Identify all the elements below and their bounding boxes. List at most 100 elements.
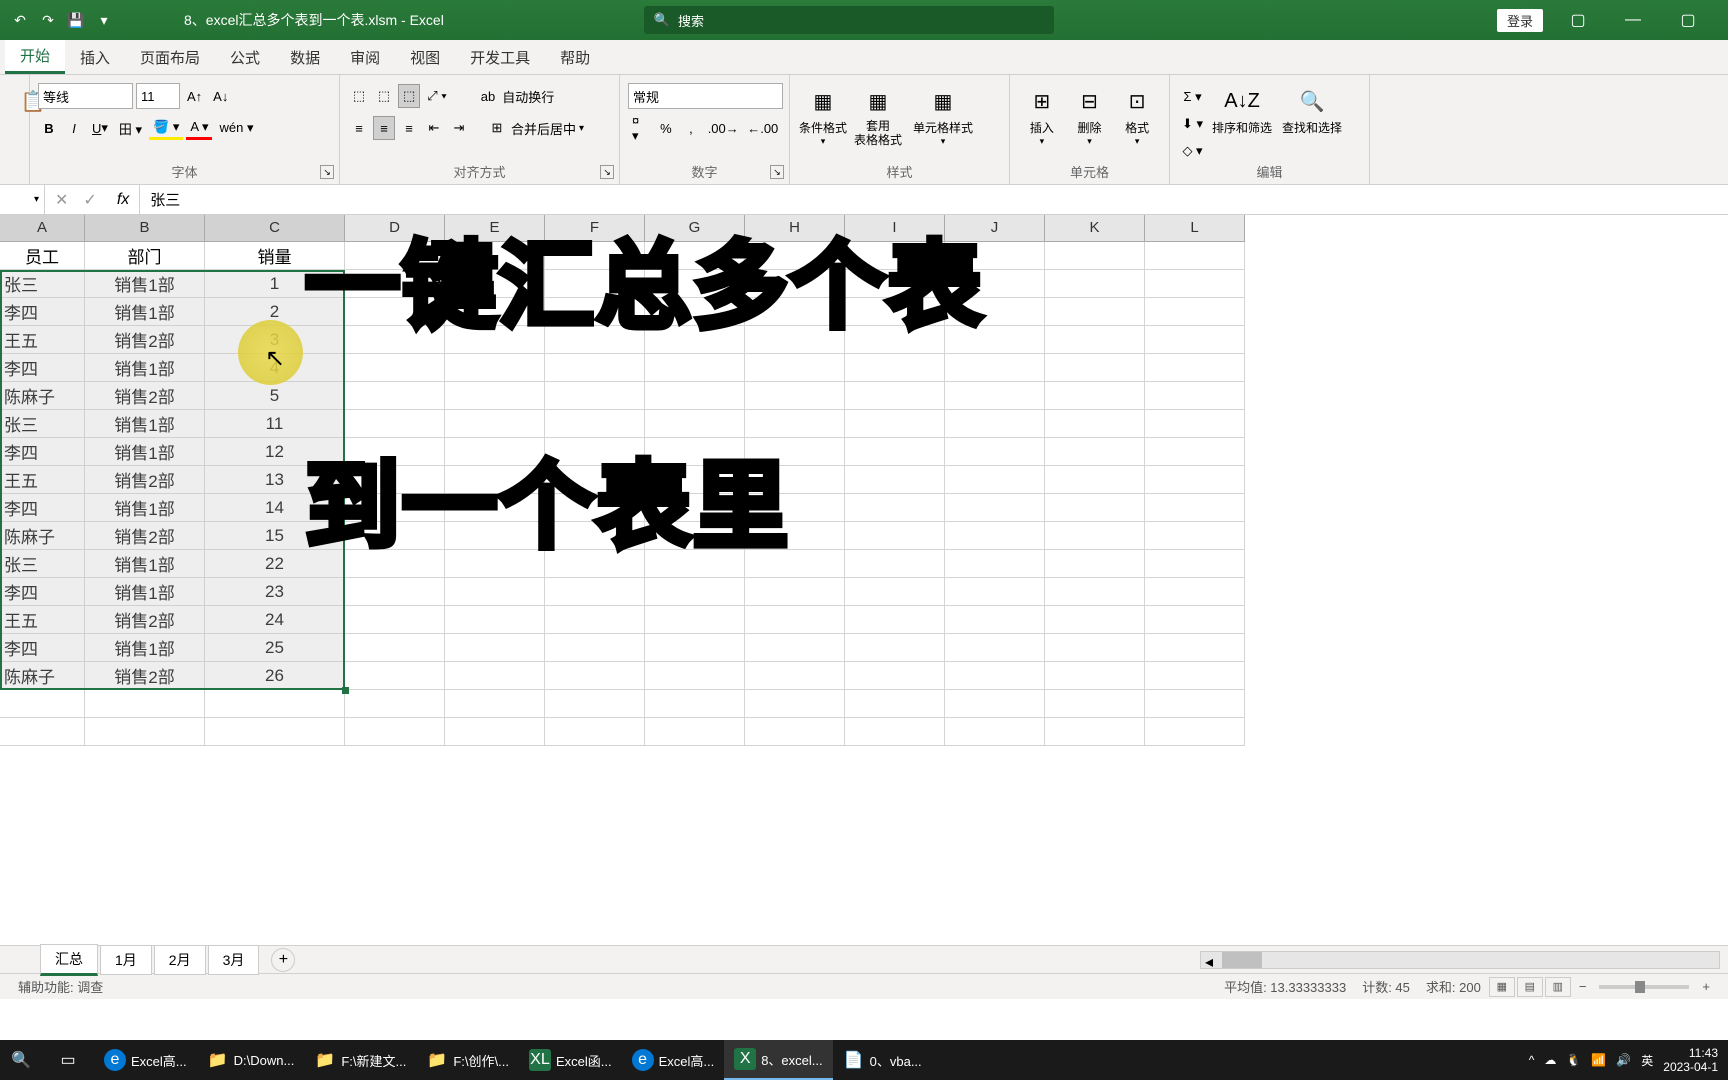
data-cell[interactable]: 李四 (0, 494, 85, 522)
zoom-in-icon[interactable]: + (1694, 979, 1718, 994)
cell[interactable] (845, 410, 945, 438)
cell[interactable] (845, 606, 945, 634)
cell[interactable] (0, 718, 85, 746)
cell[interactable] (845, 550, 945, 578)
cell[interactable] (845, 466, 945, 494)
cell[interactable] (1145, 466, 1245, 494)
data-cell[interactable]: 李四 (0, 634, 85, 662)
cell[interactable] (645, 354, 745, 382)
tab-developer[interactable]: 开发工具 (455, 40, 545, 74)
data-cell[interactable]: 销售1部 (85, 634, 205, 662)
taskbar-item[interactable]: 📁F:\新建文... (304, 1040, 416, 1080)
clock[interactable]: 11:432023-04-1 (1663, 1046, 1718, 1074)
cell[interactable] (645, 662, 745, 690)
align-top-icon[interactable]: ⬚ (348, 84, 370, 108)
number-dialog-launcher-icon[interactable]: ↘ (770, 165, 784, 179)
cell[interactable] (445, 578, 545, 606)
data-cell[interactable]: 销售2部 (85, 382, 205, 410)
cell[interactable] (345, 354, 445, 382)
merge-dropdown-icon[interactable]: ▾ (579, 123, 584, 134)
currency-icon[interactable]: ¤ ▾ (628, 116, 652, 140)
cell[interactable] (1145, 718, 1245, 746)
tab-page-layout[interactable]: 页面布局 (125, 40, 215, 74)
cell[interactable] (1045, 382, 1145, 410)
taskbar-item[interactable]: X8、excel... (724, 1040, 832, 1080)
align-center-icon[interactable]: ≡ (373, 116, 395, 140)
taskbar-item[interactable]: 📁D:\Down... (197, 1040, 305, 1080)
taskbar-item[interactable]: 📄0、vba... (833, 1040, 932, 1080)
cell[interactable] (1145, 522, 1245, 550)
zoom-control[interactable]: − + (1571, 979, 1718, 994)
data-cell[interactable]: 销售1部 (85, 438, 205, 466)
sheet-tab-mar[interactable]: 3月 (208, 945, 260, 975)
data-cell[interactable]: 销售2部 (85, 466, 205, 494)
data-cell[interactable]: 李四 (0, 354, 85, 382)
merge-button[interactable]: ⊞ (486, 116, 508, 140)
cell[interactable] (1145, 550, 1245, 578)
horizontal-scrollbar[interactable]: ◂ (1200, 951, 1720, 969)
cell[interactable] (1045, 410, 1145, 438)
cell[interactable] (1045, 466, 1145, 494)
accessibility-status[interactable]: 辅助功能: 调查 (10, 977, 111, 996)
cell[interactable] (1045, 634, 1145, 662)
cell[interactable] (1145, 326, 1245, 354)
undo-icon[interactable]: ↶ (10, 10, 30, 30)
orientation-icon[interactable]: ⤢ ▾ (423, 84, 450, 108)
cell[interactable] (945, 718, 1045, 746)
align-bottom-icon[interactable]: ⬚ (398, 84, 420, 108)
cell[interactable] (1045, 662, 1145, 690)
cell[interactable] (1145, 382, 1245, 410)
decrease-decimal-icon[interactable]: ←.00 (744, 116, 781, 140)
data-cell[interactable]: 销售2部 (85, 662, 205, 690)
cell[interactable] (345, 690, 445, 718)
cell[interactable] (85, 718, 205, 746)
font-dialog-launcher-icon[interactable]: ↘ (320, 165, 334, 179)
data-cell[interactable]: 5 (205, 382, 345, 410)
bold-button[interactable]: B (38, 116, 60, 140)
tray-icon[interactable]: 🐧 (1566, 1053, 1581, 1067)
increase-indent-icon[interactable]: ⇥ (448, 116, 470, 140)
cell[interactable] (845, 718, 945, 746)
cell[interactable] (645, 718, 745, 746)
wrap-text-button[interactable]: ab (477, 84, 499, 108)
cell[interactable] (1045, 242, 1145, 270)
border-button[interactable]: 田 ▾ (115, 116, 146, 140)
data-cell[interactable]: 王五 (0, 326, 85, 354)
cell[interactable] (345, 718, 445, 746)
data-cell[interactable]: 销售1部 (85, 494, 205, 522)
data-cell[interactable]: 销售2部 (85, 606, 205, 634)
data-cell[interactable]: 26 (205, 662, 345, 690)
taskbar-item[interactable]: 📁F:\创作\... (416, 1040, 519, 1080)
col-header-K[interactable]: K (1045, 215, 1145, 241)
login-button[interactable]: 登录 (1497, 9, 1543, 32)
cell[interactable] (945, 466, 1045, 494)
cell[interactable] (445, 634, 545, 662)
comma-icon[interactable]: , (680, 116, 702, 140)
tab-home[interactable]: 开始 (5, 40, 65, 74)
data-cell[interactable]: 销售1部 (85, 550, 205, 578)
cell[interactable] (945, 606, 1045, 634)
cell[interactable] (205, 718, 345, 746)
search-box[interactable]: 🔍 搜索 (644, 6, 1054, 34)
data-cell[interactable]: 销售1部 (85, 410, 205, 438)
normal-view-icon[interactable]: ▦ (1489, 977, 1515, 997)
data-cell[interactable]: 张三 (0, 550, 85, 578)
cell[interactable] (945, 522, 1045, 550)
ribbon-display-icon[interactable]: ▢ (1558, 10, 1598, 30)
cell[interactable] (1145, 270, 1245, 298)
data-cell[interactable]: 销售1部 (85, 354, 205, 382)
cell[interactable] (1045, 718, 1145, 746)
cell[interactable] (945, 438, 1045, 466)
cell[interactable] (645, 382, 745, 410)
data-cell[interactable]: 王五 (0, 466, 85, 494)
confirm-formula-icon[interactable]: ✓ (83, 190, 96, 210)
cell[interactable] (545, 578, 645, 606)
clear-icon[interactable]: ◇ ▾ (1178, 139, 1207, 163)
taskbar-item[interactable]: ▭ (47, 1040, 94, 1080)
percent-icon[interactable]: % (655, 116, 677, 140)
cell[interactable] (1045, 494, 1145, 522)
cell[interactable] (945, 550, 1045, 578)
header-cell[interactable]: 部门 (85, 242, 205, 270)
maximize-icon[interactable]: ▢ (1668, 10, 1708, 30)
cell[interactable] (1145, 494, 1245, 522)
